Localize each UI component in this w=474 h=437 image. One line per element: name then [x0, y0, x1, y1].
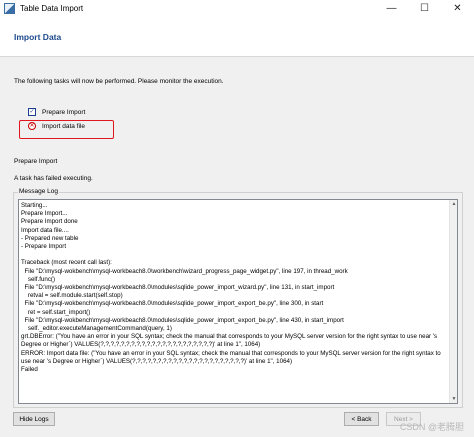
message-log-group: Message Log Starting... Prepare Import...… [13, 188, 463, 408]
message-log-textarea[interactable]: Starting... Prepare Import... Prepare Impo… [18, 199, 458, 404]
checkmark-icon: ✓ [28, 108, 36, 116]
log-line: retval = self.module.start(self.stop) [21, 292, 123, 300]
log-line: ERROR: Import data file: ("You have an e… [21, 349, 443, 365]
close-icon[interactable]: ✕ [441, 0, 474, 17]
page-title: Import Data [14, 32, 62, 42]
title-bar[interactable]: Table Data Import — ☐ ✕ [0, 0, 474, 17]
log-line: File "D:\mysql-wokbench\mysql-workbeach8… [21, 267, 348, 275]
scroll-down-icon[interactable]: ▼ [450, 395, 457, 403]
log-line: self.func() [21, 275, 56, 283]
log-line: Failed [21, 366, 38, 374]
minimize-icon[interactable]: — [375, 0, 408, 17]
highlight-annotation [19, 120, 114, 139]
message-log-content: Starting... Prepare Import... Prepare Impo… [21, 202, 449, 374]
log-scrollbar[interactable]: ▲ ▼ [449, 200, 457, 403]
app-icon [4, 3, 15, 14]
log-line: - Prepared new table [21, 234, 79, 242]
back-button[interactable]: < Back [344, 412, 379, 426]
maximize-icon[interactable]: ☐ [408, 0, 441, 17]
log-line: Prepare Import done [21, 218, 78, 226]
log-line: self._editor.executeManagementCommand(qu… [21, 325, 172, 333]
window-title: Table Data Import [20, 4, 84, 13]
header-panel: Import Data [0, 17, 474, 57]
log-line: ret = self.start_import() [21, 308, 91, 316]
current-task-label: Prepare Import [14, 158, 58, 165]
log-line: File "D:\mysql-wokbench\mysql-workbeach8… [21, 300, 324, 308]
message-log-label: Message Log [18, 188, 60, 195]
log-line: Starting... [21, 202, 48, 209]
task-prepare-import: ✓ Prepare Import [28, 108, 85, 116]
log-line: Prepare Import... [21, 210, 68, 218]
task-label: Prepare Import [42, 108, 86, 116]
watermark: CSDN @老腾胆 [399, 422, 464, 432]
log-line: - Prepare Import [21, 243, 67, 251]
log-line: File "D:\mysql-wokbench\mysql-workbeach8… [21, 316, 344, 324]
log-line: File "D:\mysql-wokbench\mysql-workbeach8… [21, 284, 335, 292]
intro-text: The following tasks will now be performe… [14, 78, 224, 85]
scroll-up-icon[interactable]: ▲ [450, 200, 457, 208]
hide-logs-button[interactable]: Hide Logs [13, 412, 55, 426]
status-text: A task has failed executing. [14, 175, 93, 182]
log-line: Import data file.... [21, 226, 69, 234]
log-line: Traceback (most recent call last): [21, 259, 112, 267]
log-line: grt.DBError: ("You have an error in your… [21, 333, 439, 349]
